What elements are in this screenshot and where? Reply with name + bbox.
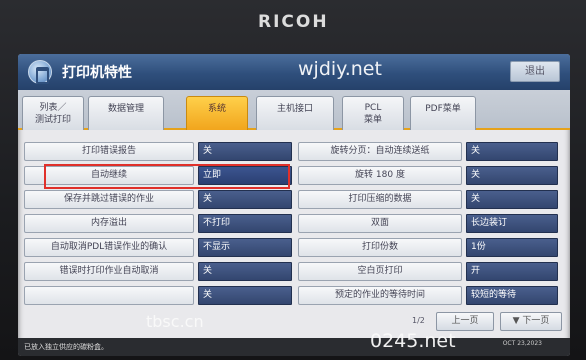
setting-row: 预定的作业的等待时间 较短的等待 bbox=[298, 286, 564, 305]
setting-button-rotate-180[interactable]: 旋转 180 度 bbox=[298, 166, 462, 185]
setting-value: 较短的等待 bbox=[466, 286, 558, 305]
brand-logo: RICOH bbox=[258, 12, 329, 32]
setting-button-reserved-job-wait-time[interactable]: 预定的作业的等待时间 bbox=[298, 286, 462, 305]
touch-screen: 打印机特性 wjdiy.net 退出 列表／ 测试打印 数据管理 系统 主机接口… bbox=[18, 54, 570, 356]
setting-value: 关 bbox=[466, 142, 558, 161]
setting-row: 旋转分页：自动连续送纸 关 bbox=[298, 142, 564, 161]
setting-button-rotate-sort-auto-feed[interactable]: 旋转分页：自动连续送纸 bbox=[298, 142, 462, 161]
setting-row: 自动取消PDL错误作业的确认 不显示 bbox=[24, 238, 292, 257]
tab-label: 菜单 bbox=[363, 115, 382, 125]
prev-page-button[interactable]: 上一页 bbox=[436, 312, 494, 331]
setting-button-store-skip-errored-job[interactable]: 保存并跳过错误的作业 bbox=[24, 190, 194, 209]
setting-button-copies[interactable]: 打印份数 bbox=[298, 238, 462, 257]
tab-label: 主机接口 bbox=[276, 104, 313, 114]
setting-button-duplex[interactable]: 双面 bbox=[298, 214, 462, 233]
setting-row: 错误时打印作业自动取消 关 bbox=[24, 262, 292, 281]
setting-value: 关 bbox=[198, 190, 292, 209]
title-bar: 打印机特性 wjdiy.net 退出 bbox=[18, 54, 570, 90]
settings-panel: 打印错误报告 关 自动继续 立即 保存并跳过错误的作业 关 内存溢出 不打印 自… bbox=[24, 134, 564, 330]
setting-row: 双面 长边装订 bbox=[298, 214, 564, 233]
date-readout: OCT 23,2023 bbox=[502, 340, 542, 347]
setting-button-memory-overflow[interactable]: 内存溢出 bbox=[24, 214, 194, 233]
setting-button-blank[interactable] bbox=[24, 286, 194, 305]
setting-row: 打印压缩的数据 关 bbox=[298, 190, 564, 209]
tab-label: PDF菜单 bbox=[425, 104, 461, 114]
setting-row: 内存溢出 不打印 bbox=[24, 214, 292, 233]
setting-button-auto-cancel-pdl-confirm[interactable]: 自动取消PDL错误作业的确认 bbox=[24, 238, 194, 257]
setting-row: 空白页打印 开 bbox=[298, 262, 564, 281]
tab-label: 列表／ bbox=[39, 103, 67, 113]
tab-host-interface[interactable]: 主机接口 bbox=[256, 96, 334, 130]
tab-system[interactable]: 系统 bbox=[186, 96, 248, 130]
setting-button-print-error-report[interactable]: 打印错误报告 bbox=[24, 142, 194, 161]
tab-list-test-print[interactable]: 列表／ 测试打印 bbox=[22, 96, 84, 130]
page-title: 打印机特性 bbox=[62, 65, 132, 81]
setting-value: 1份 bbox=[466, 238, 558, 257]
setting-value: 不显示 bbox=[198, 238, 292, 257]
setting-button-blank-page-print[interactable]: 空白页打印 bbox=[298, 262, 462, 281]
setting-row: 打印份数 1份 bbox=[298, 238, 564, 257]
tab-pdf-menu[interactable]: PDF菜单 bbox=[410, 96, 476, 130]
watermark-bottom-right: 0245.net bbox=[370, 330, 456, 352]
setting-value: 开 bbox=[466, 262, 558, 281]
setting-value: 长边装订 bbox=[466, 214, 558, 233]
tab-pcl-menu[interactable]: PCL 菜单 bbox=[342, 96, 404, 130]
setting-button-auto-continue[interactable]: 自动继续 bbox=[24, 166, 194, 185]
setting-value: 关 bbox=[466, 166, 558, 185]
setting-row: 保存并跳过错误的作业 关 bbox=[24, 190, 292, 209]
setting-value: 不打印 bbox=[198, 214, 292, 233]
tab-label: 系统 bbox=[207, 104, 226, 114]
setting-value: 立即 bbox=[198, 166, 292, 185]
setting-row: 关 bbox=[24, 286, 292, 305]
exit-button[interactable]: 退出 bbox=[510, 61, 560, 82]
tab-label: 测试打印 bbox=[34, 115, 71, 125]
watermark-top: wjdiy.net bbox=[298, 58, 382, 80]
tab-data-management[interactable]: 数据管理 bbox=[88, 96, 164, 130]
next-page-button[interactable]: ▼ 下一页 bbox=[500, 312, 562, 331]
tab-label: 数据管理 bbox=[107, 104, 144, 114]
setting-value: 关 bbox=[466, 190, 558, 209]
setting-button-auto-cancel-on-error[interactable]: 错误时打印作业自动取消 bbox=[24, 262, 194, 281]
setting-value: 关 bbox=[198, 262, 292, 281]
setting-value: 关 bbox=[198, 286, 292, 305]
setting-row: 自动继续 立即 bbox=[24, 166, 292, 185]
tab-label: PCL bbox=[364, 103, 382, 113]
page-indicator: 1/2 bbox=[412, 316, 425, 325]
setting-button-print-compressed-data[interactable]: 打印压缩的数据 bbox=[298, 190, 462, 209]
setting-value: 关 bbox=[198, 142, 292, 161]
tab-bar: 列表／ 测试打印 数据管理 系统 主机接口 PCL 菜单 PDF菜单 bbox=[18, 90, 570, 130]
setting-row: 打印错误报告 关 bbox=[24, 142, 292, 161]
setting-row: 旋转 180 度 关 bbox=[298, 166, 564, 185]
watermark-bottom-left: tbsc.cn bbox=[146, 312, 204, 331]
printer-icon bbox=[28, 60, 52, 84]
